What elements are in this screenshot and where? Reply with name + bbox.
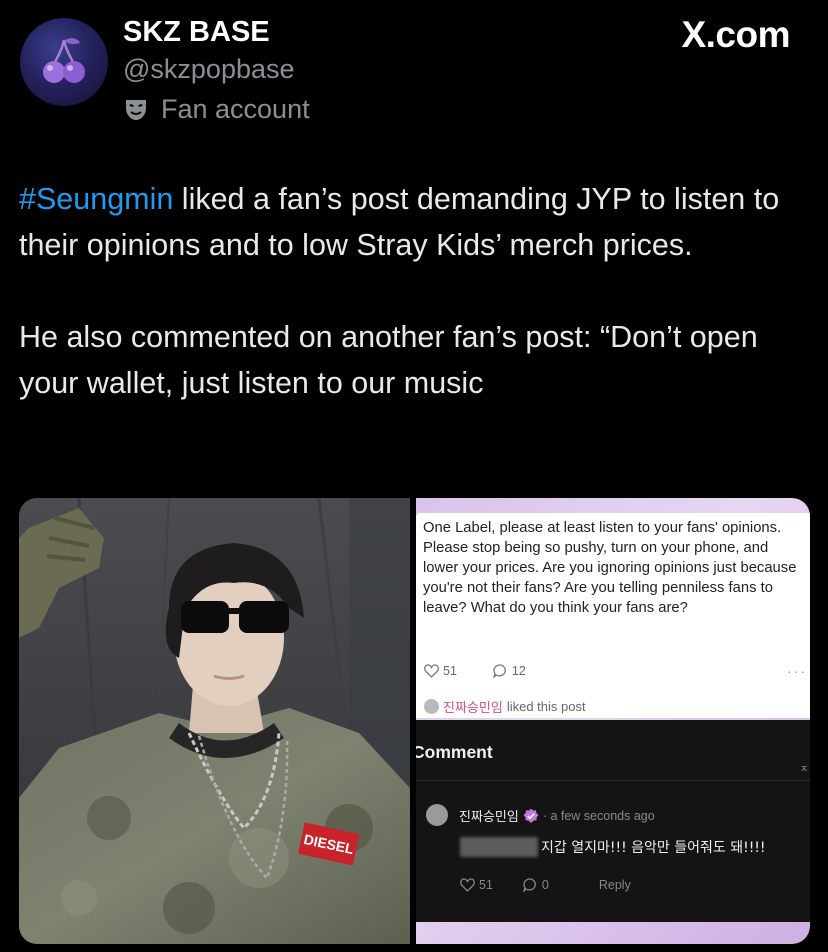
comment-card: Comment ㅈ 진짜승민임 · a few seconds ago 지갑 열…: [416, 720, 810, 922]
tweet-photo-right[interactable]: One Label, please at least listen to you…: [416, 498, 810, 944]
profile-avatar[interactable]: [20, 18, 108, 106]
commenter-avatar: [426, 804, 448, 826]
liked-by-text: liked this post: [506, 699, 586, 714]
tweet-text: #Seungmin liked a fan’s post demanding J…: [19, 176, 809, 406]
comment-text: 지갑 열지마!!! 음악만 들어줘도 돼!!!!: [541, 840, 766, 856]
fan-account-badge: Fan account: [123, 94, 310, 125]
edge-glyph: ㅈ: [800, 764, 809, 774]
reply-button: Reply: [598, 878, 631, 892]
brand-watermark: X.com: [681, 14, 790, 55]
comment-header: Comment: [416, 742, 493, 762]
commenter-name: 진짜승민임: [459, 809, 519, 824]
tweet-line2: He also commented on another fan’s post:…: [19, 320, 758, 400]
heart-icon: [460, 878, 475, 892]
hashtag-link[interactable]: #Seungmin: [19, 182, 173, 216]
comment-stats: 51 0 Reply: [460, 878, 631, 892]
comment-likes: 51: [479, 878, 493, 892]
user-handle[interactable]: @skzpopbase: [123, 54, 295, 85]
fan-post-likes: 51: [443, 664, 457, 678]
liker-avatar: [424, 699, 439, 714]
fan-post-text: One Label, please at least listen to you…: [423, 520, 797, 616]
heart-icon: [424, 664, 439, 678]
liker-name: 진짜승민임: [443, 700, 503, 715]
mask-icon: [126, 99, 146, 120]
more-options-icon: ···: [787, 663, 807, 679]
fan-post-comments: 12: [511, 664, 526, 678]
liked-by-row: 진짜승민임 liked this post: [424, 697, 586, 716]
tweet-photo-left[interactable]: DIESEL: [19, 498, 410, 944]
blurred-mention: [460, 837, 538, 857]
divider: [416, 780, 810, 781]
display-name[interactable]: SKZ BASE: [123, 16, 270, 49]
fan-post-card: One Label, please at least listen to you…: [416, 513, 810, 718]
commenter-row: 진짜승민임 · a few seconds ago: [459, 806, 655, 825]
badge-label: Fan account: [161, 94, 310, 124]
fan-post-stats: 51 12: [424, 664, 526, 678]
comment-time: · a few seconds ago: [542, 808, 655, 823]
comment-replies: 0: [541, 878, 549, 892]
comment-icon: [522, 878, 536, 892]
cherry-icon: [43, 38, 85, 83]
comment-icon: [492, 664, 506, 678]
verified-badge-icon: [523, 808, 539, 823]
